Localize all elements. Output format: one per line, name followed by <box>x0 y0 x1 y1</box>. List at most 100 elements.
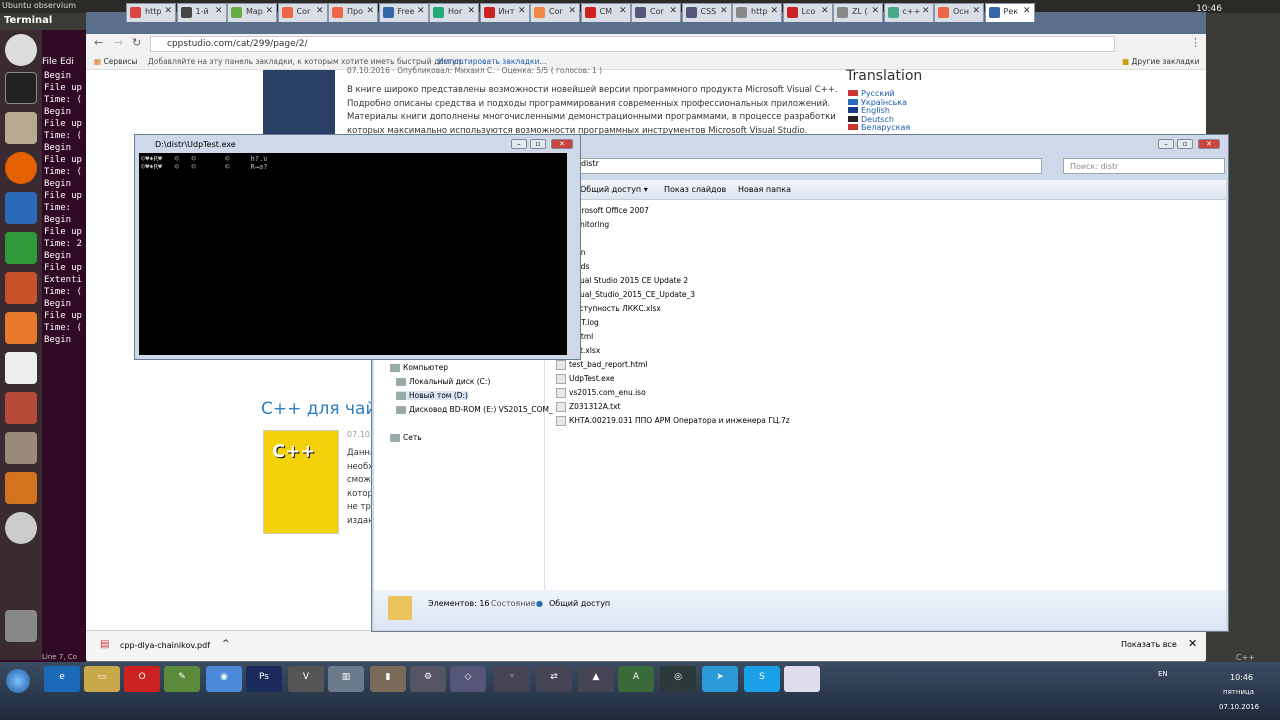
menu-edit[interactable]: Edi <box>60 57 74 67</box>
chevron-up-icon[interactable]: ^ <box>222 639 230 649</box>
language-indicator[interactable]: EN <box>1158 670 1168 678</box>
nav-item[interactable]: Сеть <box>390 433 422 442</box>
notepad-icon[interactable]: ✎ <box>164 666 200 692</box>
language-link[interactable]: Беларуская <box>848 123 910 132</box>
chrome-tab[interactable]: Free ✕ <box>378 3 429 22</box>
dvd-icon[interactable] <box>5 512 37 544</box>
chrome-tab[interactable]: ZL (✕ <box>833 3 883 22</box>
close-tab-icon[interactable]: ✕ <box>972 6 980 16</box>
import-bookmarks-link[interactable]: Импортировать закладки... <box>438 57 547 66</box>
explorer-path[interactable]: distr <box>578 158 1042 174</box>
writer-icon[interactable] <box>5 192 37 224</box>
nav-item[interactable]: Новый том (D:) <box>396 391 468 400</box>
start-button[interactable] <box>6 669 30 693</box>
chrome-tab[interactable]: Рек ✕ <box>984 3 1035 22</box>
ie-icon[interactable]: e <box>44 666 80 692</box>
terminal-icon[interactable] <box>5 72 37 104</box>
close-tab-icon[interactable]: ✕ <box>467 6 475 16</box>
show-all-button[interactable]: Показать все <box>1121 640 1177 649</box>
close-tab-icon[interactable]: ✕ <box>871 6 879 16</box>
close-download-bar-icon[interactable]: ✕ <box>1188 637 1197 650</box>
window-icon[interactable] <box>784 666 820 692</box>
reload-icon[interactable]: ↻ <box>132 36 141 49</box>
slideshow-button[interactable]: Показ слайдов <box>664 185 726 194</box>
chrome-tab[interactable]: Hor ✕ <box>429 3 479 22</box>
virtualbox-icon[interactable]: ◇ <box>450 666 486 692</box>
close-tab-icon[interactable]: ✕ <box>720 6 728 16</box>
close-tab-icon[interactable]: ✕ <box>215 6 223 16</box>
chrome-tab[interactable]: http ✕ <box>732 3 782 22</box>
connect-icon[interactable]: ⇄ <box>536 666 572 692</box>
book1-cover[interactable] <box>263 70 335 140</box>
opera-icon[interactable]: O <box>124 666 160 692</box>
chrome-tab[interactable]: CM ✕ <box>580 3 631 22</box>
impress-icon[interactable] <box>5 272 37 304</box>
chrome-tab[interactable]: Осн ✕ <box>934 3 984 22</box>
chrome-tab[interactable]: Мар ✕ <box>227 3 277 22</box>
calc-icon[interactable] <box>5 232 37 264</box>
explorer-icon[interactable]: ▭ <box>84 666 120 692</box>
close-tab-icon[interactable]: ✕ <box>518 6 526 16</box>
file-item[interactable]: КНТА.00219.031 ППО АРМ Оператора и инжен… <box>556 416 790 426</box>
close-tab-icon[interactable]: ✕ <box>164 6 172 16</box>
share-button[interactable]: Общий доступ ▾ <box>580 185 648 194</box>
forward-icon[interactable]: → <box>114 36 123 49</box>
close-tab-icon[interactable]: ✕ <box>770 6 778 16</box>
vnc-icon[interactable]: V <box>288 666 324 692</box>
close-tab-icon[interactable]: ✕ <box>417 6 425 16</box>
skype-icon[interactable]: S <box>744 666 780 692</box>
firefox-icon[interactable] <box>5 152 37 184</box>
close-tab-icon[interactable]: ✕ <box>366 6 374 16</box>
terminal-menu[interactable]: File Edi <box>42 57 74 67</box>
chrome-tab[interactable]: Cor ✕ <box>277 3 328 22</box>
explorer-search[interactable]: Поиск: distr <box>1063 158 1225 174</box>
nav-item[interactable]: Локальный диск (C:) <box>396 377 490 386</box>
chrome-tab[interactable]: c++ ✕ <box>883 3 934 22</box>
chrome-tab[interactable]: Cor ✕ <box>530 3 580 22</box>
archive-icon[interactable]: ▮ <box>370 666 406 692</box>
file-item[interactable]: test_bad_report.html <box>556 360 647 370</box>
nav-item[interactable]: Дисковод BD-ROM (E:) VS2015_COM_ <box>396 405 553 414</box>
apps-bookmark[interactable]: ▦ Сервисы <box>94 57 137 66</box>
chrome-tab[interactable]: Инт ✕ <box>479 3 530 22</box>
software-center-icon[interactable] <box>5 312 37 344</box>
clock-time[interactable]: 10:46 <box>1230 673 1253 682</box>
other-bookmarks[interactable]: ■ Другие закладки <box>1122 57 1199 66</box>
console-maximize-button[interactable]: ▫ <box>530 139 546 149</box>
minimize-button[interactable]: – <box>1158 139 1174 149</box>
menu-file[interactable]: File <box>42 57 57 67</box>
book2-title[interactable]: C++ для чай <box>261 399 377 419</box>
files-icon[interactable] <box>5 112 37 144</box>
chrome-tab[interactable]: 1-й ✕ <box>176 3 227 22</box>
file-item[interactable]: vs2015.com_enu.iso <box>556 388 646 398</box>
close-button[interactable]: ✕ <box>1198 139 1220 149</box>
back-icon[interactable]: ← <box>94 36 103 49</box>
close-tab-icon[interactable]: ✕ <box>265 6 273 16</box>
new-folder-button[interactable]: Новая папка <box>738 185 791 194</box>
nav-item[interactable]: Компьютер <box>390 363 448 372</box>
maximize-button[interactable]: ▫ <box>1177 139 1193 149</box>
close-tab-icon[interactable]: ✕ <box>568 6 576 16</box>
address-bar[interactable]: cppstudio.com/cat/299/page/2/ <box>150 36 1115 52</box>
trash-icon[interactable] <box>5 610 37 642</box>
close-tab-icon[interactable]: ✕ <box>1023 6 1031 16</box>
close-tab-icon[interactable]: ✕ <box>619 6 627 16</box>
circle-app-icon[interactable]: ◎ <box>660 666 696 692</box>
sublime-icon[interactable] <box>5 472 37 504</box>
close-tab-icon[interactable]: ✕ <box>316 6 324 16</box>
dash-icon[interactable] <box>5 34 37 66</box>
chrome-tab[interactable]: CSS ✕ <box>681 3 732 22</box>
network-icon[interactable]: ▥ <box>328 666 364 692</box>
console-close-button[interactable]: ✕ <box>551 139 573 149</box>
gear-icon[interactable]: ⚙ <box>410 666 446 692</box>
chrome-tab[interactable]: Lco ✕ <box>782 3 833 22</box>
close-tab-icon[interactable]: ✕ <box>922 6 930 16</box>
close-tab-icon[interactable]: ✕ <box>669 6 677 16</box>
nav-icon[interactable]: ▲ <box>578 666 614 692</box>
chrome-tab[interactable]: http ✕ <box>126 3 176 22</box>
file-item[interactable]: Z031312A.txt <box>556 402 620 412</box>
console-minimize-button[interactable]: – <box>511 139 527 149</box>
ssh-icon[interactable]: ◦ <box>494 666 530 692</box>
menu-icon[interactable]: ⋮ <box>1190 36 1201 49</box>
chrome-icon[interactable]: ◉ <box>206 666 242 692</box>
